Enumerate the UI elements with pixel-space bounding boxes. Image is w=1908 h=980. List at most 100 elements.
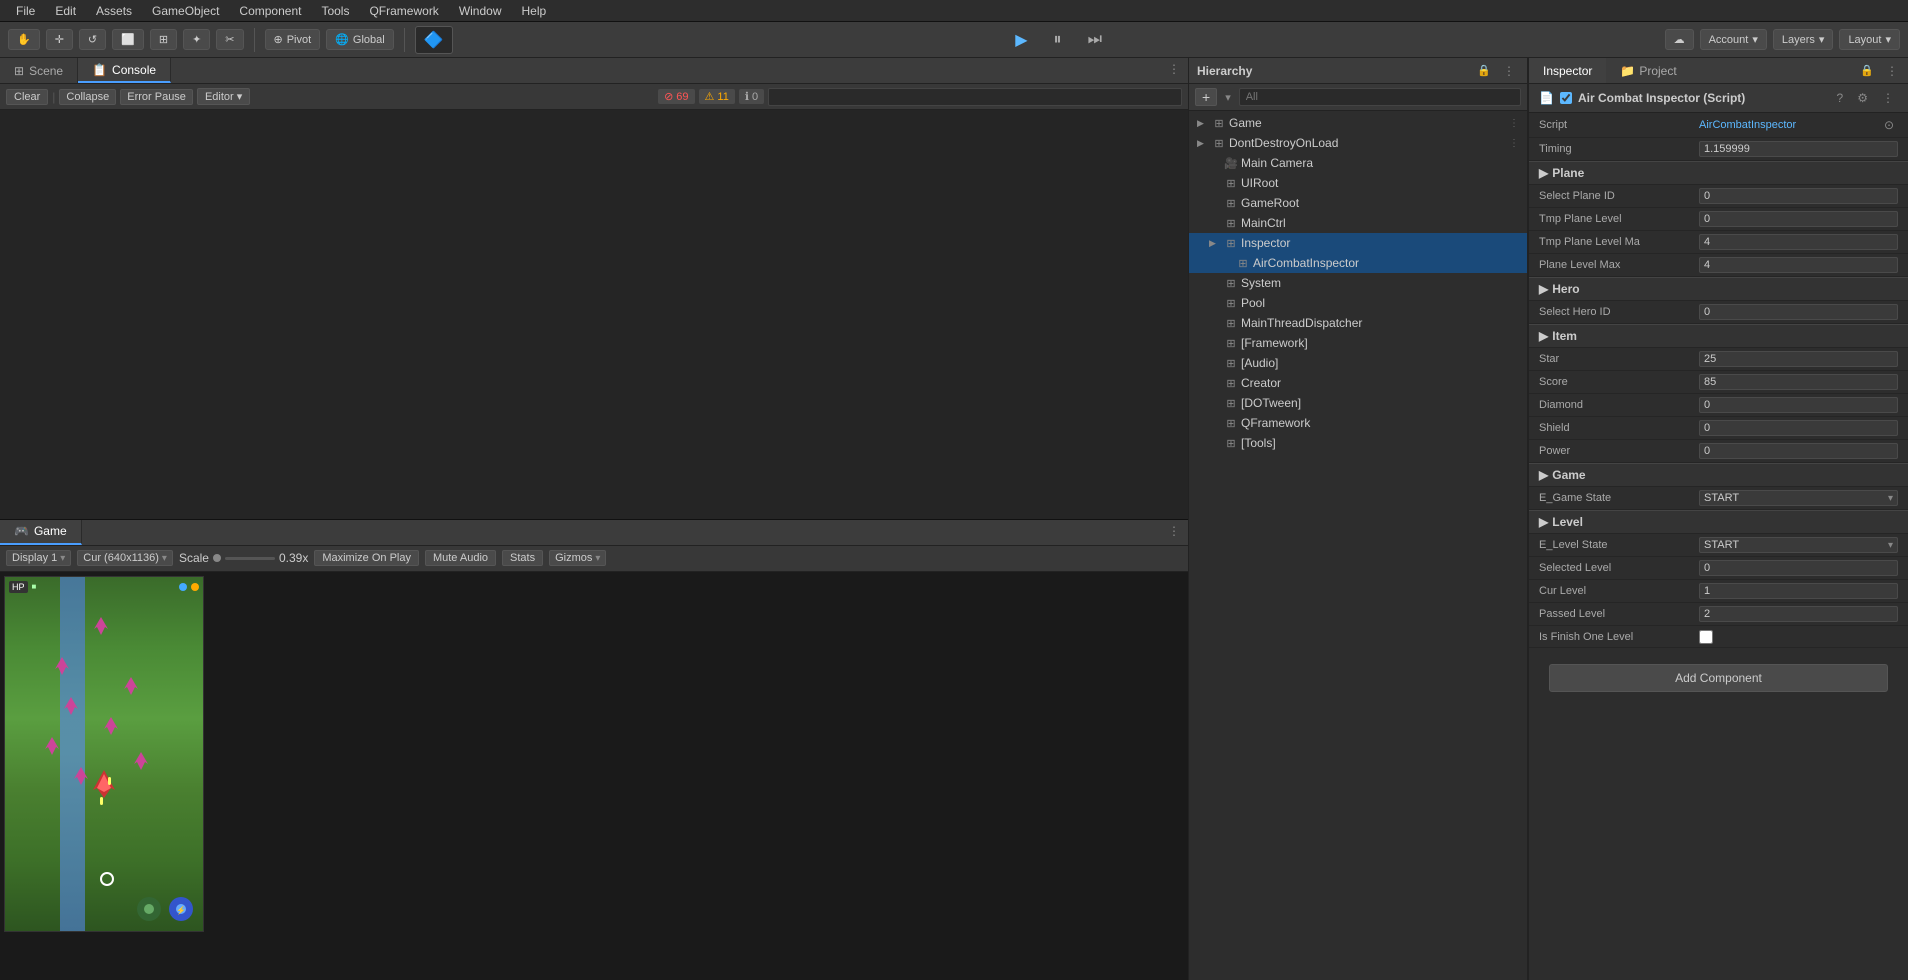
gizmos-dropdown[interactable]: Gizmos ▾ xyxy=(549,550,606,566)
pause-button[interactable]: ⏸ xyxy=(1044,27,1072,53)
menu-component[interactable]: Component xyxy=(231,2,309,20)
hierarchy-add-button[interactable]: + xyxy=(1195,88,1217,106)
menu-qframework[interactable]: QFramework xyxy=(361,2,446,20)
hierarchy-search-input[interactable] xyxy=(1239,88,1521,106)
inspector-menu-icon[interactable]: ⋮ xyxy=(1882,62,1902,80)
tool-rotate[interactable]: ↺ xyxy=(79,29,106,50)
tree-item-dontdestroyonload[interactable]: ▶ ⊞ DontDestroyOnLoad ⋮ xyxy=(1189,133,1527,153)
select-plane-id-input[interactable] xyxy=(1699,188,1898,204)
cloud-button[interactable]: ☁ xyxy=(1665,29,1694,50)
tmp-plane-level-ma-input[interactable] xyxy=(1699,234,1898,250)
mute-audio-btn[interactable]: Mute Audio xyxy=(425,550,496,566)
tool-transform[interactable]: ✦ xyxy=(183,29,210,50)
tree-item-aircombatinspector[interactable]: ▶ ⊞ AirCombatInspector xyxy=(1189,253,1527,273)
section-item[interactable]: ▶ Item xyxy=(1529,324,1908,348)
tab-scene[interactable]: ⊞ Scene xyxy=(0,58,78,83)
passed-level-input[interactable] xyxy=(1699,606,1898,622)
menu-window[interactable]: Window xyxy=(451,2,510,20)
scale-slider[interactable]: Scale 0.39x xyxy=(179,551,308,565)
play-button[interactable]: ▶ xyxy=(1005,26,1037,54)
scene-tab-menu[interactable]: ⋮ xyxy=(1160,58,1188,83)
menu-tools[interactable]: Tools xyxy=(313,2,357,20)
tree-item-framework[interactable]: ▶ ⊞ [Framework] xyxy=(1189,333,1527,353)
account-button[interactable]: Account ▾ xyxy=(1700,29,1767,50)
tree-item-inspector[interactable]: ▶ ⊞ Inspector xyxy=(1189,233,1527,253)
tmp-plane-level-input[interactable] xyxy=(1699,211,1898,227)
timing-input[interactable] xyxy=(1699,141,1898,157)
diamond-input[interactable] xyxy=(1699,397,1898,413)
tree-item-creator[interactable]: ▶ ⊞ Creator xyxy=(1189,373,1527,393)
tree-item-mainctrl[interactable]: ▶ ⊞ MainCtrl xyxy=(1189,213,1527,233)
display-dropdown[interactable]: Display 1 ▾ xyxy=(6,550,71,566)
tree-item-audio[interactable]: ▶ ⊞ [Audio] xyxy=(1189,353,1527,373)
layout-button[interactable]: Layout ▾ xyxy=(1839,29,1900,50)
tree-item-pool[interactable]: ▶ ⊞ Pool xyxy=(1189,293,1527,313)
tool-scale[interactable]: ⬜ xyxy=(112,29,144,50)
tool-move[interactable]: ✛ xyxy=(46,29,73,50)
menu-help[interactable]: Help xyxy=(514,2,555,20)
shield-input[interactable] xyxy=(1699,420,1898,436)
menu-file[interactable]: File xyxy=(8,2,43,20)
menu-assets[interactable]: Assets xyxy=(88,2,140,20)
tree-item-system[interactable]: ▶ ⊞ System xyxy=(1189,273,1527,293)
select-hero-id-input[interactable] xyxy=(1699,304,1898,320)
tab-console[interactable]: 📋 Console xyxy=(78,58,171,83)
pivot-button[interactable]: ⊕ Pivot xyxy=(265,29,321,50)
add-component-button[interactable]: Add Component xyxy=(1549,664,1888,692)
tree-item-dotween[interactable]: ▶ ⊞ [DOTween] xyxy=(1189,393,1527,413)
stats-btn[interactable]: Stats xyxy=(502,550,543,566)
section-plane[interactable]: ▶ Plane xyxy=(1529,161,1908,185)
unity-icon-btn[interactable]: 🔷 xyxy=(415,26,453,54)
tree-menu-game[interactable]: ⋮ xyxy=(1509,118,1519,129)
script-select-icon[interactable]: ⊙ xyxy=(1880,116,1898,134)
tree-item-tools[interactable]: ▶ ⊞ [Tools] xyxy=(1189,433,1527,453)
tool-rect[interactable]: ⊞ xyxy=(150,29,177,50)
menu-gameobject[interactable]: GameObject xyxy=(144,2,227,20)
score-input[interactable] xyxy=(1699,374,1898,390)
tree-item-uiroot[interactable]: ▶ ⊞ UIRoot xyxy=(1189,173,1527,193)
star-input[interactable] xyxy=(1699,351,1898,367)
warn-badge[interactable]: ⚠ 11 xyxy=(699,89,735,104)
global-button[interactable]: 🌐 Global xyxy=(326,29,394,50)
selected-level-input[interactable] xyxy=(1699,560,1898,576)
resolution-dropdown[interactable]: Cur (640x1136) ▾ xyxy=(77,550,173,566)
section-level[interactable]: ▶ Level xyxy=(1529,510,1908,534)
plane-level-max-input[interactable] xyxy=(1699,257,1898,273)
tool-custom[interactable]: ✂ xyxy=(216,29,243,50)
step-button[interactable]: ⏭ xyxy=(1078,27,1112,53)
component-settings-icon[interactable]: ⚙ xyxy=(1853,89,1872,107)
e-game-state-dropdown[interactable]: START ▾ xyxy=(1699,490,1898,506)
power-input[interactable] xyxy=(1699,443,1898,459)
tree-item-main-camera[interactable]: ▶ 🎥 Main Camera xyxy=(1189,153,1527,173)
cur-level-input[interactable] xyxy=(1699,583,1898,599)
section-hero[interactable]: ▶ Hero xyxy=(1529,277,1908,301)
e-level-state-dropdown[interactable]: START ▾ xyxy=(1699,537,1898,553)
section-game[interactable]: ▶ Game xyxy=(1529,463,1908,487)
tree-menu-dontdestroyonload[interactable]: ⋮ xyxy=(1509,138,1519,149)
hierarchy-search-dropdown[interactable]: ▾ xyxy=(1221,89,1235,106)
script-value[interactable]: AirCombatInspector xyxy=(1699,119,1796,131)
layers-button[interactable]: Layers ▾ xyxy=(1773,29,1834,50)
component-enabled-checkbox[interactable] xyxy=(1560,92,1572,104)
tab-inspector[interactable]: Inspector xyxy=(1529,58,1606,83)
tree-item-game[interactable]: ▶ ⊞ Game ⋮ xyxy=(1189,113,1527,133)
hierarchy-menu-icon[interactable]: ⋮ xyxy=(1499,62,1519,80)
collapse-button[interactable]: Collapse xyxy=(59,89,116,105)
console-search-input[interactable] xyxy=(768,88,1182,106)
tree-item-gameroot[interactable]: ▶ ⊞ GameRoot xyxy=(1189,193,1527,213)
game-tab-menu[interactable]: ⋮ xyxy=(1160,520,1188,545)
tree-item-mainthreaddispatcher[interactable]: ▶ ⊞ MainThreadDispatcher xyxy=(1189,313,1527,333)
info-badge[interactable]: ℹ 0 xyxy=(739,89,764,104)
editor-button[interactable]: Editor ▾ xyxy=(197,88,250,105)
tool-hand[interactable]: ✋ xyxy=(8,29,40,50)
tree-item-qframework[interactable]: ▶ ⊞ QFramework xyxy=(1189,413,1527,433)
component-menu-icon[interactable]: ⋮ xyxy=(1878,89,1898,107)
error-pause-button[interactable]: Error Pause xyxy=(120,89,193,105)
maximize-on-play-btn[interactable]: Maximize On Play xyxy=(314,550,419,566)
inspector-lock-icon[interactable]: 🔒 xyxy=(1856,62,1878,79)
is-finish-one-level-checkbox[interactable] xyxy=(1699,630,1713,644)
error-badge[interactable]: ⊘ 69 xyxy=(658,89,694,104)
tab-game[interactable]: 🎮 Game xyxy=(0,520,82,545)
menu-edit[interactable]: Edit xyxy=(47,2,84,20)
component-help-icon[interactable]: ? xyxy=(1833,89,1848,107)
